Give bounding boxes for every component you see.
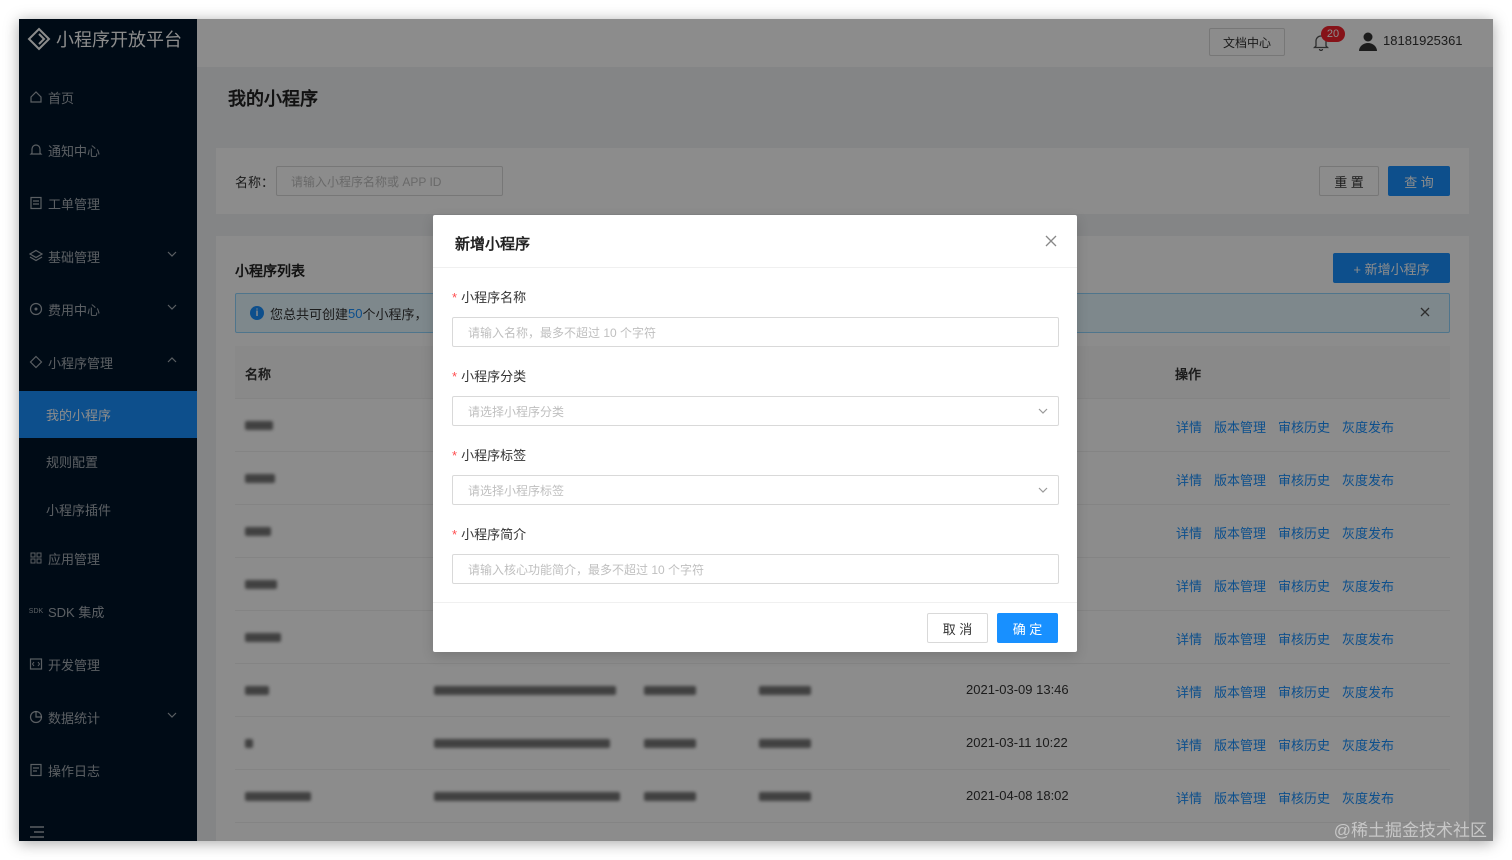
modal-footer: 取 消 确 定 (433, 602, 1077, 652)
miniapp-name-input[interactable]: 请输入名称，最多不超过 10 个字符 (452, 317, 1059, 347)
miniapp-name-label: * 小程序名称 (452, 287, 526, 306)
placeholder-text: 请输入名称，最多不超过 10 个字符 (468, 325, 657, 340)
chevron-down-icon (1038, 487, 1048, 493)
required-mark: * (452, 290, 458, 305)
watermark: @稀土掘金技术社区 (1333, 821, 1487, 840)
chevron-down-icon (1038, 408, 1048, 414)
add-miniapp-modal: 新增小程序 * 小程序名称 请输入名称，最多不超过 10 个字符 * 小程序分类 请选择小… (433, 215, 1077, 652)
field-label-text: 小程序名称 (461, 290, 527, 305)
required-mark: * (452, 369, 458, 384)
miniapp-intro-input[interactable]: 请输入核心功能简介，最多不超过 10 个字符 (452, 554, 1059, 584)
required-mark: * (452, 448, 458, 463)
miniapp-tags-select[interactable]: 请选择小程序标签 (452, 475, 1059, 505)
placeholder-text: 请选择小程序标签 (468, 483, 565, 498)
miniapp-category-label: * 小程序分类 (452, 366, 526, 385)
modal-title: 新增小程序 (455, 236, 531, 253)
confirm-button[interactable]: 确 定 (997, 613, 1058, 643)
modal-header: 新增小程序 (433, 215, 1077, 268)
field-label-text: 小程序分类 (461, 369, 527, 384)
miniapp-category-select[interactable]: 请选择小程序分类 (452, 396, 1059, 426)
field-label-text: 小程序标签 (461, 448, 527, 463)
app-window: 小程序开放平台 首页 通知中心 工单管理 基础管理 费用中心 小程序管理 我的小程序 规则配置… (19, 19, 1493, 841)
field-label-text: 小程序简介 (461, 527, 527, 542)
miniapp-tags-label: * 小程序标签 (452, 445, 526, 464)
cancel-button[interactable]: 取 消 (927, 613, 988, 643)
placeholder-text: 请输入核心功能简介，最多不超过 10 个字符 (468, 562, 705, 577)
close-icon[interactable] (1045, 235, 1057, 247)
miniapp-intro-label: * 小程序简介 (452, 524, 526, 543)
placeholder-text: 请选择小程序分类 (468, 404, 565, 419)
required-mark: * (452, 527, 458, 542)
